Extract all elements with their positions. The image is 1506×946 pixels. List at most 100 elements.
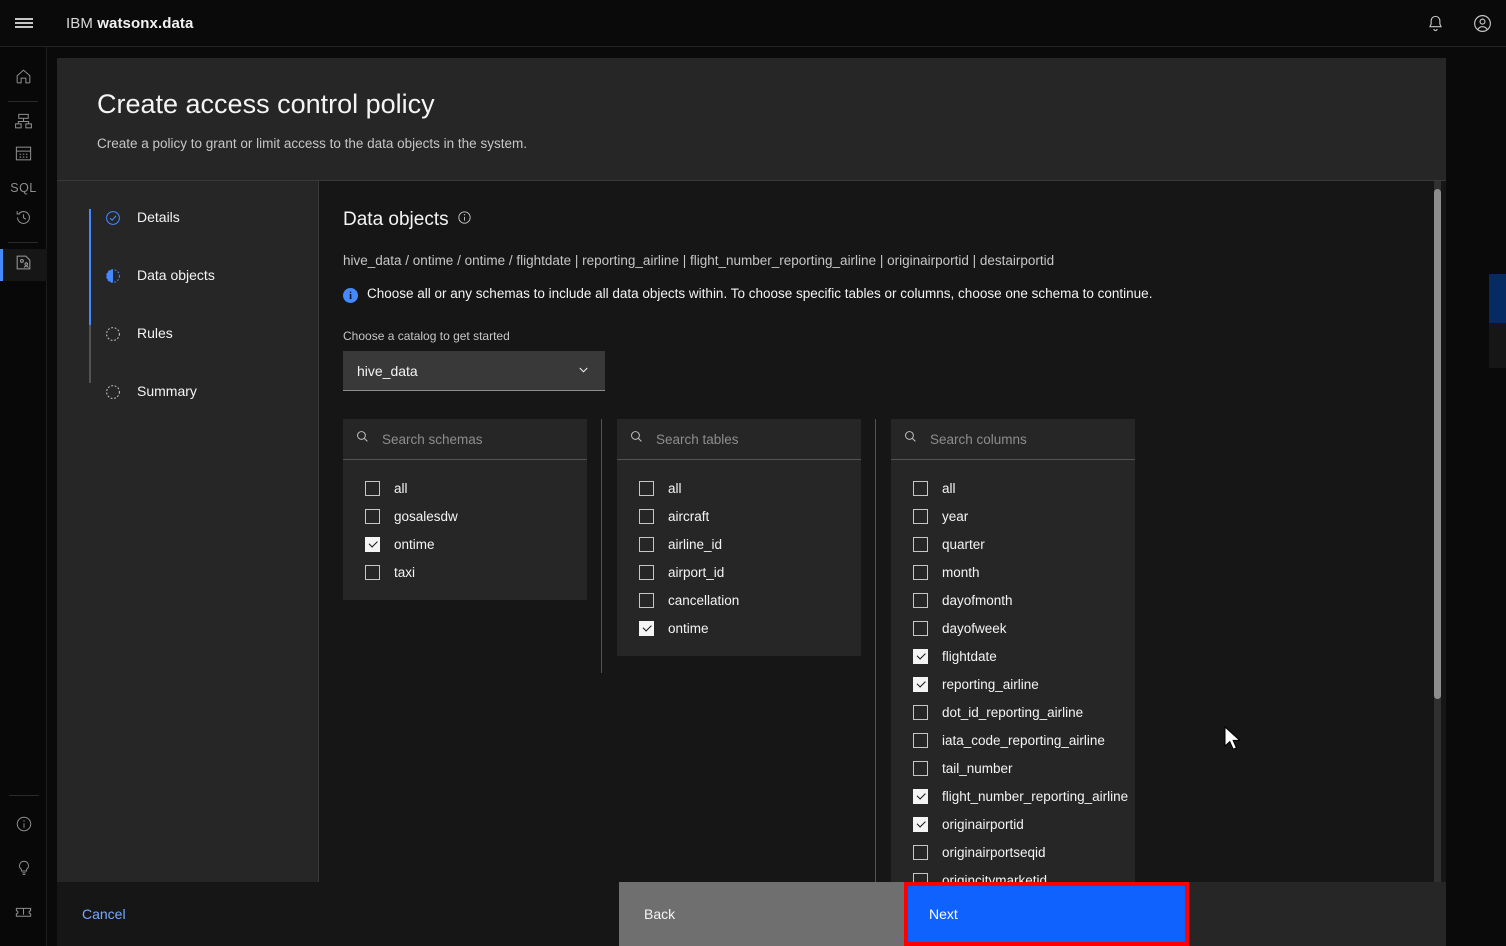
list-item[interactable]: originairportid <box>891 810 1135 838</box>
list-item-label: originairportid <box>942 816 1024 832</box>
list-item-label: month <box>942 564 980 580</box>
pane-scrollbar-thumb[interactable] <box>1434 189 1441 699</box>
list-item[interactable]: flightdate <box>891 642 1135 670</box>
checkbox[interactable] <box>639 592 654 608</box>
list-item-label: reporting_airline <box>942 676 1039 692</box>
table-option-list: all aircraft airline_id airport_id cance… <box>617 460 861 656</box>
step-progress-line <box>89 209 91 267</box>
checkbox[interactable] <box>913 676 928 692</box>
list-item[interactable]: aircraft <box>617 502 861 530</box>
checkbox[interactable] <box>913 480 928 496</box>
user-avatar-icon[interactable] <box>1459 0 1506 47</box>
history-icon <box>14 208 33 232</box>
list-item[interactable]: all <box>343 474 587 502</box>
search-columns-input[interactable]: Search columns <box>891 419 1135 460</box>
search-placeholder: Search columns <box>930 431 1027 447</box>
checkbox[interactable] <box>913 844 928 860</box>
modal-body: Details Data objects Rules Summary Data … <box>57 180 1446 882</box>
sql-icon: SQL <box>10 181 37 195</box>
checkbox[interactable] <box>913 648 928 664</box>
cancel-button[interactable]: Cancel <box>57 882 619 946</box>
search-schemas-input[interactable]: Search schemas <box>343 419 587 460</box>
info-circle-icon[interactable] <box>457 209 472 231</box>
list-item-label: cancellation <box>668 592 740 608</box>
list-item[interactable]: iata_code_reporting_airline <box>891 726 1135 754</box>
sidebar-item-data-manager[interactable] <box>0 140 47 172</box>
step-details[interactable]: Details <box>89 209 318 267</box>
access-control-icon <box>14 253 33 277</box>
list-item[interactable]: cancellation <box>617 586 861 614</box>
checkbox[interactable] <box>913 788 928 804</box>
checkbox[interactable] <box>365 508 380 524</box>
checkbox[interactable] <box>365 480 380 496</box>
step-summary[interactable]: Summary <box>89 383 318 441</box>
step-rules[interactable]: Rules <box>89 325 318 383</box>
search-tables-input[interactable]: Search tables <box>617 419 861 460</box>
rail-divider <box>8 795 39 796</box>
modal-header: Create access control policy Create a po… <box>57 58 1446 180</box>
step-data-objects[interactable]: Data objects <box>89 267 318 325</box>
list-item[interactable]: flight_number_reporting_airline <box>891 782 1135 810</box>
list-item[interactable]: airport_id <box>617 558 861 586</box>
sidebar-item-infrastructure[interactable] <box>0 108 47 140</box>
sidebar-item-home[interactable] <box>0 63 47 95</box>
sidebar-item-sql[interactable]: SQL <box>0 172 47 204</box>
checkbox[interactable] <box>913 816 928 832</box>
checkbox[interactable] <box>913 508 928 524</box>
list-item[interactable]: all <box>891 474 1135 502</box>
sidebar-item-about[interactable] <box>0 810 47 842</box>
checkbox[interactable] <box>365 564 380 580</box>
list-item[interactable]: dayofweek <box>891 614 1135 642</box>
checkbox[interactable] <box>639 480 654 496</box>
list-item[interactable]: month <box>891 558 1135 586</box>
list-item[interactable]: ontime <box>343 530 587 558</box>
list-item[interactable]: year <box>891 502 1135 530</box>
checkbox[interactable] <box>913 592 928 608</box>
list-item[interactable]: dayofmonth <box>891 586 1135 614</box>
sidebar-item-tips[interactable] <box>0 854 47 886</box>
checkbox[interactable] <box>913 760 928 776</box>
list-item-label: dayofweek <box>942 620 1007 636</box>
info-notice-text: Choose all or any schemas to include all… <box>367 286 1153 301</box>
checkbox[interactable] <box>639 508 654 524</box>
bell-icon[interactable] <box>1412 0 1459 47</box>
check-circle-icon <box>105 210 121 226</box>
modal-footer: Cancel Back Next <box>57 882 1446 946</box>
checkbox[interactable] <box>639 564 654 580</box>
sidebar-item-query-history[interactable] <box>0 204 47 236</box>
rail-divider <box>8 101 38 102</box>
checkbox[interactable] <box>913 536 928 552</box>
checkbox[interactable] <box>913 732 928 748</box>
list-item[interactable]: taxi <box>343 558 587 586</box>
hamburger-menu-icon[interactable] <box>0 0 47 47</box>
list-item[interactable]: ontime <box>617 614 861 642</box>
checkbox[interactable] <box>913 564 928 580</box>
sidebar-item-support[interactable] <box>0 898 47 930</box>
search-icon <box>629 429 644 449</box>
back-button[interactable]: Back <box>619 882 904 946</box>
list-item[interactable]: dot_id_reporting_airline <box>891 698 1135 726</box>
list-item-label: origincitymarketid <box>942 872 1048 883</box>
chevron-down-icon <box>576 362 591 380</box>
breadcrumb: hive_data / ontime / ontime / flightdate… <box>343 253 1055 268</box>
next-button-label: Next <box>929 906 958 922</box>
checkbox[interactable] <box>639 620 654 636</box>
checkbox[interactable] <box>365 536 380 552</box>
list-item[interactable]: airline_id <box>617 530 861 558</box>
checkbox[interactable] <box>913 620 928 636</box>
list-item[interactable]: gosalesdw <box>343 502 587 530</box>
list-item[interactable]: quarter <box>891 530 1135 558</box>
list-item[interactable]: reporting_airline <box>891 670 1135 698</box>
list-item[interactable]: originairportseqid <box>891 838 1135 866</box>
list-item[interactable]: all <box>617 474 861 502</box>
checkbox[interactable] <box>639 536 654 552</box>
step-progress-line <box>89 325 91 383</box>
checkbox[interactable] <box>913 872 928 882</box>
list-item[interactable]: tail_number <box>891 754 1135 782</box>
checkbox[interactable] <box>913 704 928 720</box>
sidebar-item-access-control[interactable] <box>0 249 47 281</box>
catalog-select[interactable]: hive_data <box>343 351 605 391</box>
add-button[interactable]: + <box>1489 274 1506 323</box>
list-item[interactable]: origincitymarketid <box>891 866 1135 882</box>
next-button[interactable]: Next <box>908 906 958 922</box>
